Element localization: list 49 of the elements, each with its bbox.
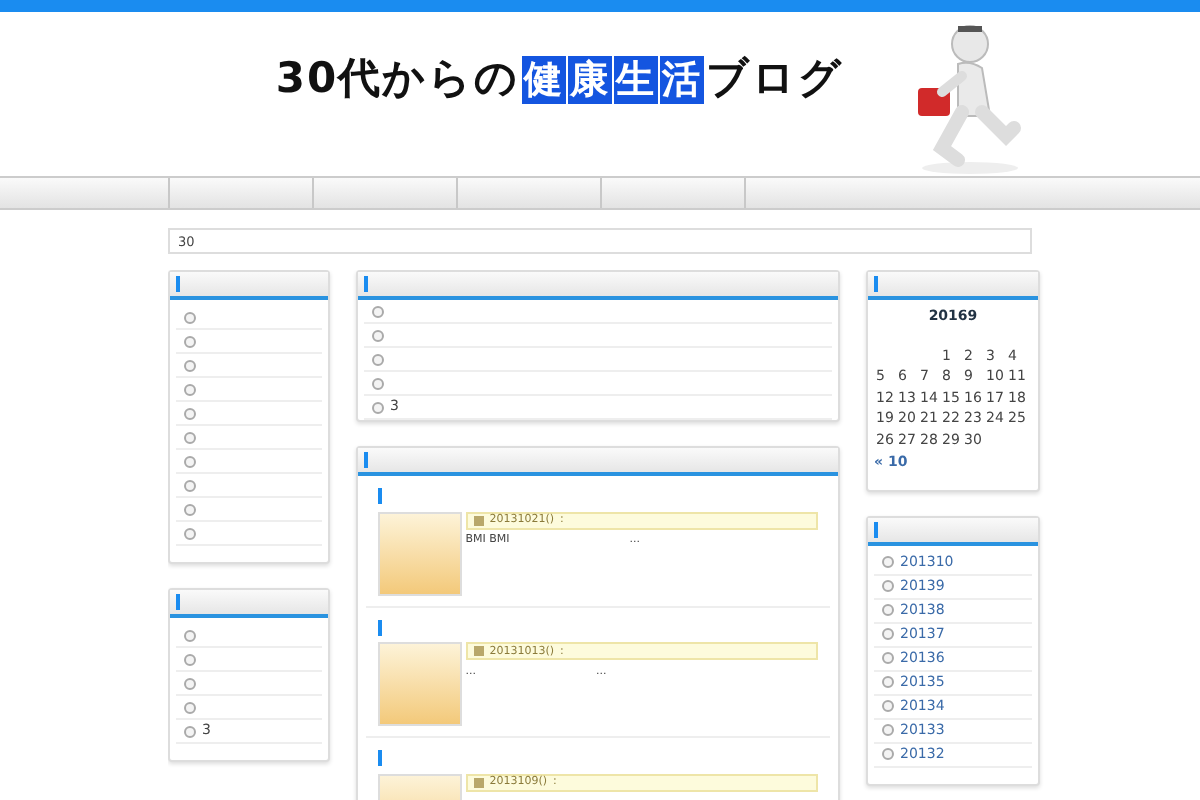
- bullet-icon: [372, 377, 384, 389]
- bullet-icon: [372, 329, 384, 341]
- bullet-icon: [184, 701, 196, 713]
- calendar-icon: [473, 646, 484, 656]
- bullet-icon: [184, 479, 196, 491]
- bullet-icon: [882, 700, 894, 712]
- bullet-icon: [184, 527, 196, 539]
- bullet-icon: [882, 628, 894, 640]
- illustration-placeholder: [378, 511, 462, 595]
- bullet-icon: [184, 407, 196, 419]
- bullet-icon: [184, 725, 196, 737]
- bullet-icon: [184, 335, 196, 347]
- logo-character: 生: [614, 56, 659, 104]
- post-marker-icon: [378, 750, 382, 766]
- logo-character: 康: [568, 56, 613, 104]
- bullet-icon: [184, 455, 196, 467]
- post-marker-icon: [378, 488, 382, 504]
- post-marker-icon: [378, 619, 382, 635]
- bullet-icon: [882, 652, 894, 664]
- bullet-icon: [184, 629, 196, 641]
- bullet-icon: [882, 580, 894, 592]
- bullet-icon: [372, 401, 384, 413]
- logo-character: 健: [522, 56, 567, 104]
- bullet-icon: [372, 353, 384, 365]
- calendar-icon: [473, 777, 484, 787]
- bullet-icon: [184, 503, 196, 515]
- header-marker-icon: [364, 276, 368, 292]
- logo-text: ブログ: [706, 52, 845, 107]
- bullet-icon: [184, 653, 196, 665]
- bullet-icon: [372, 305, 384, 317]
- bullet-icon: [882, 748, 894, 760]
- illustration-placeholder: [378, 642, 462, 726]
- header-marker-icon: [874, 276, 878, 292]
- bullet-icon: [184, 431, 196, 443]
- header-marker-icon: [176, 276, 180, 292]
- logo-text: 30代からの: [275, 52, 521, 107]
- bullet-icon: [882, 556, 894, 568]
- bullet-icon: [184, 359, 196, 371]
- bullet-icon: [882, 676, 894, 688]
- calendar-icon: [473, 515, 484, 525]
- bullet-icon: [882, 724, 894, 736]
- logo-character: 活: [660, 56, 705, 104]
- bullet-icon: [184, 677, 196, 689]
- bullet-icon: [184, 311, 196, 323]
- bullet-icon: [184, 383, 196, 395]
- header-marker-icon: [176, 594, 180, 610]
- header-marker-icon: [874, 521, 878, 537]
- bullet-icon: [882, 604, 894, 616]
- header-marker-icon: [364, 452, 368, 468]
